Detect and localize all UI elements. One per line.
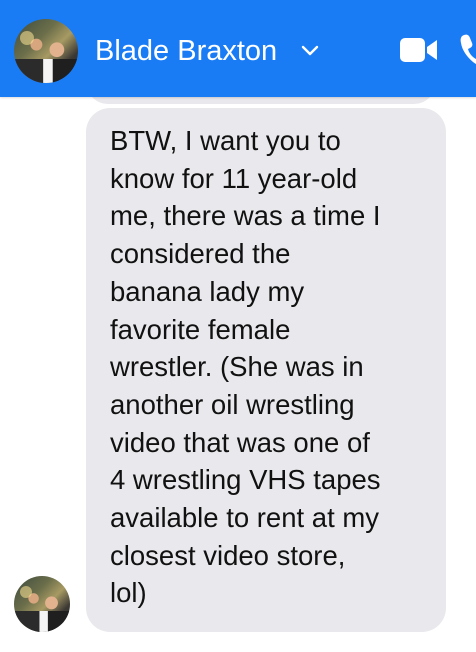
avatar-photo-clothing [14, 610, 70, 632]
chevron-down-icon[interactable] [298, 40, 322, 62]
contact-name[interactable]: Blade Braxton [95, 33, 277, 69]
chat-header: Blade Braxton [0, 0, 476, 97]
avatar-photo-clothing [14, 58, 78, 83]
video-camera-icon[interactable] [399, 36, 439, 64]
phone-icon[interactable] [458, 32, 476, 66]
avatar-photo-highlight [20, 30, 35, 45]
sender-avatar[interactable] [14, 576, 70, 632]
avatar-photo-highlight [19, 586, 32, 599]
contact-avatar[interactable] [14, 19, 78, 83]
message-bubble[interactable]: BTW, I want you to know for 11 year-old … [86, 108, 446, 632]
